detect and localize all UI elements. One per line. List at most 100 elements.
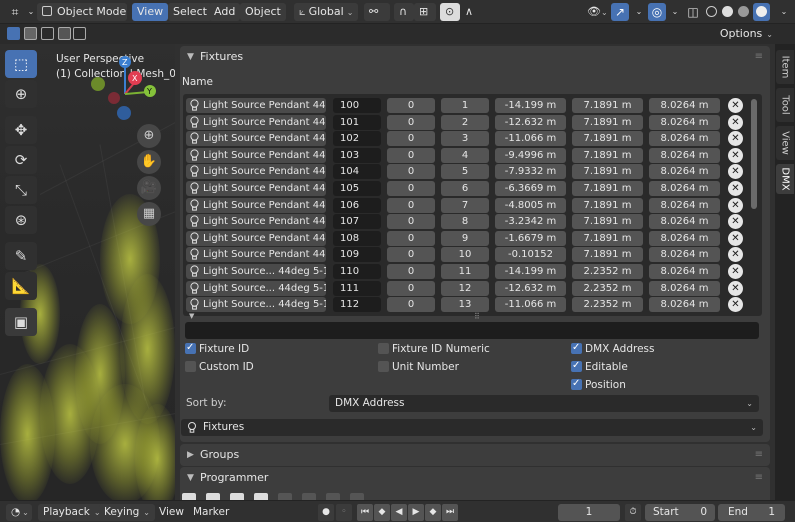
list-item[interactable]: Light Source Pendant 44... 107 0 8 -3.2342 m…	[186, 214, 752, 230]
dmx-address-field[interactable]: 106	[333, 197, 381, 213]
fixture-name-field[interactable]: Light Source Pendant 44...	[186, 230, 326, 246]
list-item[interactable]: Light Source Pendant 44... 104 0 5 -7.9332 m…	[186, 164, 752, 180]
universe-field[interactable]: 0	[387, 297, 435, 313]
timeline-editor-icon[interactable]: ◔ ⌄	[6, 504, 32, 521]
snap-target-dropdown[interactable]: ⊞	[414, 3, 436, 21]
visibility-dropdown[interactable]: 👁⌄	[582, 3, 610, 21]
list-item[interactable]: Light Source Pendant 44... 105 0 6 -6.3669 m…	[186, 181, 752, 196]
programmer-select-icon[interactable]	[206, 493, 220, 500]
tab-item[interactable]: Item	[776, 50, 794, 84]
programmer-button[interactable]	[326, 493, 340, 500]
hand-pan-icon[interactable]: ✋	[137, 150, 161, 174]
move-icon[interactable]: ✥	[5, 116, 37, 144]
measure-icon[interactable]: 📐	[5, 272, 37, 300]
dmx-address-field[interactable]: 101	[333, 114, 381, 130]
universe-field[interactable]: 0	[387, 230, 435, 246]
position-y-field[interactable]: 7.1891 m	[572, 164, 643, 180]
list-item[interactable]: Light Source... 44deg 5-10 110 0 11 -14.199 …	[186, 264, 752, 279]
current-frame-field[interactable]: 1	[558, 504, 620, 521]
position-y-field[interactable]: 7.1891 m	[572, 131, 643, 147]
annotate-icon[interactable]: ✎	[5, 242, 37, 270]
position-x-field[interactable]: -9.4996 m	[495, 147, 566, 163]
remove-fixture-icon[interactable]: ✕	[728, 264, 743, 279]
remove-fixture-icon[interactable]: ✕	[728, 98, 743, 113]
stopwatch-icon[interactable]: ⏱	[625, 504, 641, 521]
end-frame-field[interactable]: End 1	[718, 504, 785, 521]
dmx-address-checkbox[interactable]: DMX Address	[571, 341, 655, 356]
fixture-id-field[interactable]: 9	[441, 230, 489, 246]
fixture-name-field[interactable]: Light Source Pendant 44...	[186, 131, 326, 147]
prev-keyframe-icon[interactable]: ◆	[374, 504, 390, 521]
fixture-name-field[interactable]: Light Source Pendant 44...	[186, 197, 326, 213]
mode-dropdown[interactable]: Object Mode⌄	[37, 3, 137, 21]
select-box-icon[interactable]: ⬚	[5, 50, 37, 78]
position-y-field[interactable]: 7.1891 m	[572, 197, 643, 213]
universe-field[interactable]: 0	[387, 164, 435, 180]
falloff-dropdown[interactable]: ∧	[460, 3, 480, 21]
universe-field[interactable]: 0	[387, 214, 435, 230]
unit-number-checkbox[interactable]: Unit Number	[378, 360, 459, 374]
position-z-field[interactable]: 8.0264 m	[649, 297, 720, 313]
position-y-field[interactable]: 7.1891 m	[572, 181, 643, 196]
next-keyframe-icon[interactable]: ◆	[425, 504, 441, 521]
position-x-field[interactable]: -4.8005 m	[495, 197, 566, 213]
universe-field[interactable]: 0	[387, 181, 435, 196]
3d-viewport[interactable]: User Perspective (1) Collection | Mesh_0…	[0, 44, 175, 500]
position-x-field[interactable]: -14.199 m	[495, 264, 566, 279]
pivot-point-dropdown[interactable]: ⚯	[364, 3, 390, 21]
position-y-field[interactable]: 2.2352 m	[572, 264, 643, 279]
remove-fixture-icon[interactable]: ✕	[728, 230, 743, 246]
remove-fixture-icon[interactable]: ✕	[728, 297, 743, 313]
dmx-address-field[interactable]: 104	[333, 164, 381, 180]
menu-select[interactable]: Select	[168, 3, 212, 21]
position-x-field[interactable]: -7.9332 m	[495, 164, 566, 180]
fixture-id-field[interactable]: 6	[441, 181, 489, 196]
universe-field[interactable]: 0	[387, 147, 435, 163]
remove-fixture-icon[interactable]: ✕	[728, 181, 743, 196]
fixture-id-field[interactable]: 5	[441, 164, 489, 180]
rotate-icon[interactable]: ⟳	[5, 146, 37, 174]
position-checkbox[interactable]: Position	[571, 377, 626, 392]
programmer-select-icon[interactable]	[182, 493, 196, 500]
fixture-id-field[interactable]: 3	[441, 131, 489, 147]
transform-icon[interactable]: ⊛	[5, 206, 37, 234]
start-frame-field[interactable]: Start 0	[645, 504, 715, 521]
marker-menu[interactable]: Marker	[188, 504, 234, 521]
custom-id-checkbox[interactable]: Custom ID	[185, 360, 254, 374]
remove-fixture-icon[interactable]: ✕	[728, 164, 743, 180]
list-item[interactable]: Light Source Pendant 44... 106 0 7 -4.8005 m…	[186, 197, 752, 213]
shading-rendered-icon[interactable]	[753, 3, 770, 21]
list-resize-grip-icon[interactable]: ⠿	[474, 312, 480, 321]
proportional-edit-toggle[interactable]: ⊙	[440, 3, 460, 21]
position-y-field[interactable]: 7.1891 m	[572, 98, 643, 113]
fixture-id-checkbox[interactable]: Fixture ID	[185, 341, 249, 356]
position-z-field[interactable]: 8.0264 m	[649, 114, 720, 130]
remove-fixture-icon[interactable]: ✕	[728, 280, 743, 296]
chevron-down-icon[interactable]: ⌄	[666, 3, 684, 21]
programmer-button[interactable]	[278, 493, 292, 500]
menu-add[interactable]: Add	[209, 3, 241, 21]
list-item[interactable]: Light Source Pendant 44... 103 0 4 -9.4996 m…	[186, 147, 752, 163]
fixture-name-field[interactable]: Light Source... 44deg 5-10	[186, 264, 326, 279]
position-y-field[interactable]: 2.2352 m	[572, 297, 643, 313]
snap-toggle[interactable]: ∩	[394, 3, 414, 21]
remove-fixture-icon[interactable]: ✕	[728, 114, 743, 130]
fixture-id-field[interactable]: 4	[441, 147, 489, 163]
position-z-field[interactable]: 8.0264 m	[649, 197, 720, 213]
remove-fixture-icon[interactable]: ✕	[728, 147, 743, 163]
fixture-name-field[interactable]: Light Source Pendant 44...	[186, 181, 326, 196]
fixtures-panel-header[interactable]: ▼ Fixtures ≡	[180, 46, 770, 68]
auto-keying-icon[interactable]: ◦	[336, 504, 352, 521]
list-item[interactable]: Light Source... 44deg 5-12 112 0 13 -11.066 …	[186, 297, 752, 313]
tab-dmx[interactable]: DMX	[776, 164, 794, 194]
universe-field[interactable]: 0	[387, 114, 435, 130]
list-item[interactable]: Light Source... 44deg 5-11 111 0 12 -12.632 …	[186, 280, 752, 296]
add-cube-icon[interactable]: ▣	[5, 308, 37, 336]
fixture-name-field[interactable]: Light Source Pendant 44...	[186, 214, 326, 230]
select-subtract-icon[interactable]	[41, 27, 54, 40]
programmer-button[interactable]	[302, 493, 316, 500]
list-expand-icon[interactable]: ▼	[189, 312, 194, 320]
cursor-icon[interactable]: ⊕	[5, 80, 37, 108]
drag-grip-icon[interactable]: ≡	[755, 46, 763, 68]
transform-orientation-dropdown[interactable]: ⟀ Global ⌄	[294, 3, 358, 21]
